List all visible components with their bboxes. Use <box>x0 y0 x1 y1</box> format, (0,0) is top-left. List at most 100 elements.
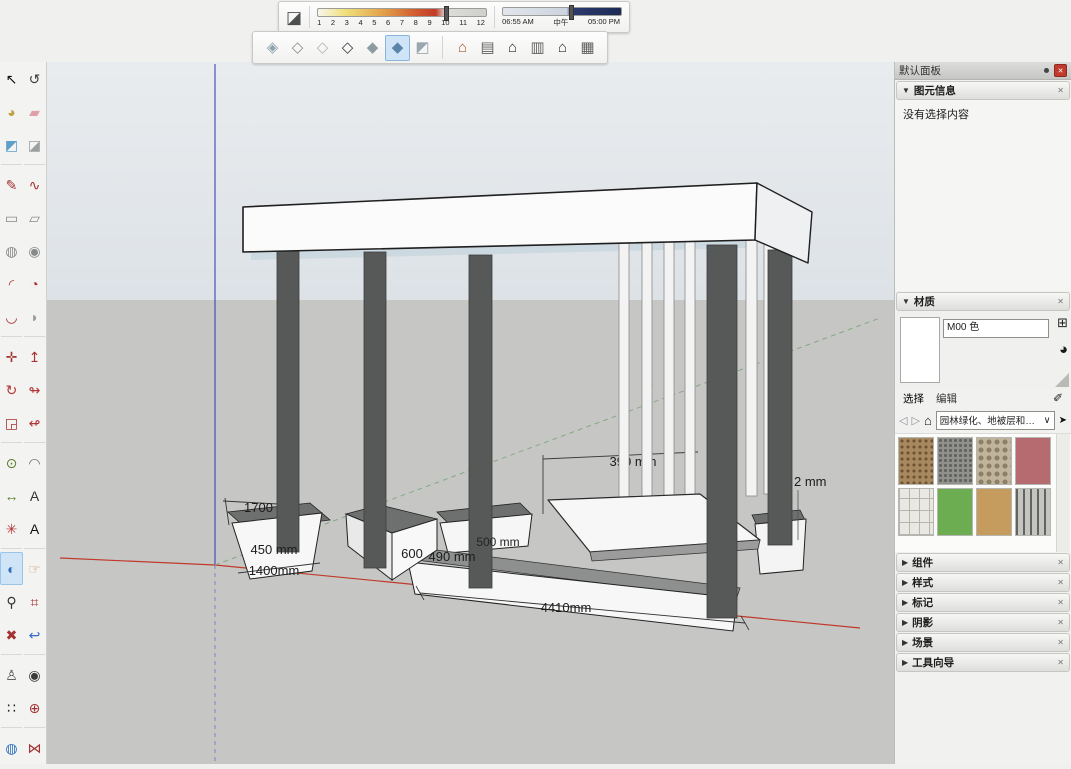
slat[interactable] <box>619 243 629 508</box>
eyedropper-icon[interactable]: ✐ <box>1053 391 1063 405</box>
tool-section-plane[interactable]: ⊕ <box>23 691 46 724</box>
date-slider-track[interactable] <box>317 8 487 17</box>
time-slider-track[interactable] <box>502 7 622 16</box>
tool-axes[interactable]: ✳ <box>0 512 23 545</box>
section-close-icon[interactable]: ✕ <box>1057 598 1064 607</box>
swatch-gray-gravel[interactable] <box>937 437 973 485</box>
view-back[interactable]: ⌂ <box>550 35 575 61</box>
details-arrow-icon[interactable]: ➤ <box>1059 415 1067 426</box>
section-components[interactable]: ▶ 组件 ✕ <box>896 553 1070 572</box>
material-name-input[interactable]: M00 色 <box>943 319 1049 338</box>
tool-extra-2[interactable]: ⋈ <box>23 731 46 764</box>
tool-orbit[interactable]: ◐ <box>0 552 23 585</box>
swatch-tan[interactable] <box>976 488 1012 536</box>
secondary-pane-toggle-icon[interactable] <box>1055 373 1069 387</box>
tool-line[interactable]: ✎ <box>0 168 23 201</box>
entity-info-header[interactable]: ▼ 图元信息 ✕ <box>896 81 1070 100</box>
date-slider-handle[interactable] <box>444 6 449 21</box>
dim-label-500[interactable]: 500 mm <box>476 535 519 549</box>
column-right-inner[interactable] <box>707 245 737 618</box>
slat[interactable] <box>685 241 695 502</box>
facestyle-monochrome[interactable]: ◩ <box>410 35 435 61</box>
view-top[interactable]: ▤ <box>475 35 500 61</box>
dim-label-1400[interactable]: 1400mm <box>249 563 300 578</box>
home-icon[interactable]: ⌂ <box>924 413 932 428</box>
facestyle-back-edges[interactable]: ◇ <box>285 35 310 61</box>
tool-look-around[interactable]: ◉ <box>23 658 46 691</box>
tool-zoom-extents[interactable]: ✖ <box>0 618 23 651</box>
pin-icon[interactable] <box>1044 68 1049 73</box>
column-1[interactable] <box>277 250 299 552</box>
swatch-grass-green[interactable] <box>937 488 973 536</box>
tool-scale[interactable]: ◲ <box>0 406 23 439</box>
tool-follow-me[interactable]: ↬ <box>23 373 46 406</box>
tool-2pt-arc[interactable]: ◡ <box>0 300 23 333</box>
section-close-icon[interactable]: ✕ <box>1057 558 1064 567</box>
tool-text[interactable]: A <box>23 479 46 512</box>
section-close-icon[interactable]: ✕ <box>1057 578 1064 587</box>
slat[interactable] <box>664 242 674 504</box>
section-instructor[interactable]: ▶ 工具向导 ✕ <box>896 653 1070 672</box>
facestyle-xray[interactable]: ◈ <box>260 35 285 61</box>
tool-zoom-window[interactable]: ⌗ <box>23 585 46 618</box>
material-category-dropdown[interactable]: 园林绿化、地被层和植被 ∨ <box>936 411 1055 430</box>
section-close-icon[interactable]: ✕ <box>1057 618 1064 627</box>
back-arrow-icon[interactable]: ◁ <box>899 414 907 427</box>
view-left[interactable]: ▦ <box>575 35 600 61</box>
time-slider-handle[interactable] <box>569 5 574 20</box>
section-close-icon[interactable]: ✕ <box>1057 86 1064 95</box>
tool-move[interactable]: ✛ <box>0 340 23 373</box>
tool-push-pull[interactable]: ↥ <box>23 340 46 373</box>
facestyle-wireframe[interactable]: ◇ <box>310 35 335 61</box>
create-material-icon[interactable]: ⊞ <box>1057 315 1068 331</box>
materials-header[interactable]: ▼ 材质 ✕ <box>896 292 1070 311</box>
viewport-canvas[interactable]: 390 mm 175 mm 1700 mm 450 mm 1400mm <box>46 62 895 764</box>
close-icon[interactable]: ✕ <box>1054 64 1067 77</box>
model-viewport[interactable]: 390 mm 175 mm 1700 mm 450 mm 1400mm <box>46 62 895 764</box>
slat[interactable] <box>746 240 757 496</box>
facestyle-shaded[interactable]: ◆ <box>360 35 385 61</box>
tool-pan[interactable]: ☞ <box>23 552 46 585</box>
section-close-icon[interactable]: ✕ <box>1057 658 1064 667</box>
tool-position-camera[interactable]: ♙ <box>0 658 23 691</box>
tool-freehand[interactable]: ∿ <box>23 168 46 201</box>
tool-eraser[interactable]: ▰ <box>23 95 46 128</box>
tool-walk[interactable]: ∷ <box>0 691 23 724</box>
tab-select[interactable]: 选择 <box>903 391 924 406</box>
tool-select[interactable]: ↖ <box>0 62 23 95</box>
tool-circle[interactable]: ◍ <box>0 234 23 267</box>
view-front[interactable]: ⌂ <box>500 35 525 61</box>
tool-polygon[interactable]: ◉ <box>23 234 46 267</box>
tool-rectangle[interactable]: ▭ <box>0 201 23 234</box>
dim-label-4410[interactable]: 4410mm <box>541 600 592 615</box>
tool-rotate[interactable]: ↻ <box>0 373 23 406</box>
section-scenes[interactable]: ▶ 场景 ✕ <box>896 633 1070 652</box>
tool-arc[interactable]: ◜ <box>0 267 23 300</box>
tool-3d-text[interactable]: A <box>23 512 46 545</box>
tool-curve[interactable]: ◗ <box>23 300 46 333</box>
facestyle-shaded-textures[interactable]: ◆ <box>385 35 410 61</box>
section-styles[interactable]: ▶ 样式 ✕ <box>896 573 1070 592</box>
dim-label-2mm[interactable]: 2 mm <box>794 474 827 489</box>
facestyle-hidden-line[interactable]: ◇ <box>335 35 360 61</box>
sample-paint-icon[interactable]: ◕ <box>1059 341 1068 358</box>
swatch-pebbles[interactable] <box>976 437 1012 485</box>
column-right-outer[interactable] <box>768 250 792 545</box>
tool-extra-1[interactable]: ◍ <box>0 731 23 764</box>
swatch-red-plaster[interactable] <box>1015 437 1051 485</box>
dim-label-600[interactable]: 600 <box>401 546 423 561</box>
tool-tape-measure[interactable]: ⊙ <box>0 446 23 479</box>
swatch-pavers[interactable] <box>898 488 934 536</box>
tool-paint-bucket[interactable]: ◕ <box>0 95 23 128</box>
tool-lasso-select[interactable]: ↺ <box>23 62 46 95</box>
tool-zoom[interactable]: ⚲ <box>0 585 23 618</box>
view-right[interactable]: ▥ <box>525 35 550 61</box>
dim-label-450[interactable]: 450 mm <box>251 542 298 557</box>
section-close-icon[interactable]: ✕ <box>1057 638 1064 647</box>
tool-protractor[interactable]: ◠ <box>23 446 46 479</box>
slat[interactable] <box>642 242 652 506</box>
tool-zoom-previous[interactable]: ↩ <box>23 618 46 651</box>
tool-putty[interactable]: ◪ <box>23 128 46 161</box>
section-close-icon[interactable]: ✕ <box>1057 297 1064 306</box>
swatch-bark-mulch[interactable] <box>898 437 934 485</box>
